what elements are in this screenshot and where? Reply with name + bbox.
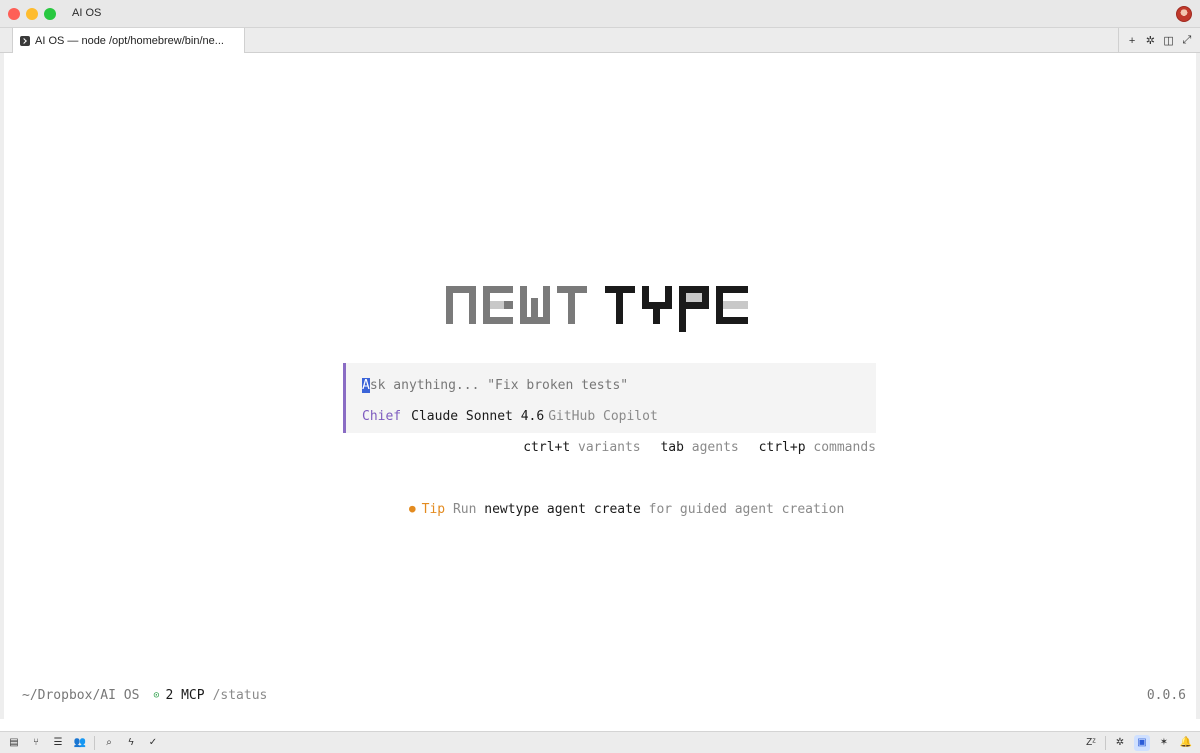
tip-message: ● Tip Run newtype agent create for guided… [409,502,844,517]
tab-bar: AI OS — node /opt/homebrew/bin/ne... + ✲… [0,28,1200,53]
sleep-icon[interactable]: Zᶻ [1083,735,1099,751]
sparkle-icon[interactable]: ✶ [1156,735,1172,751]
avatar[interactable] [1176,6,1192,22]
tip-suffix: for guided agent creation [648,502,845,517]
tip-dot-icon: ● [409,502,416,515]
version-label: 0.0.6 [1146,688,1186,703]
maximize-window-button[interactable] [44,8,56,20]
hint-desc-commands: commands [813,440,876,455]
prompt-placeholder[interactable]: Ask anything... "Fix broken tests" [362,378,628,393]
sparkle-icon[interactable]: ✲ [1143,34,1157,47]
toolbar-divider [1105,736,1106,750]
text-cursor: A [362,378,370,393]
tab-label: AI OS — node /opt/homebrew/bin/ne... [35,34,224,47]
people-icon[interactable]: 👥 [72,735,88,751]
provider-name: GitHub Copilot [548,409,658,424]
keyboard-hints: ctrl+t variants tab agents ctrl+p comman… [343,440,876,455]
model-name[interactable]: Claude Sonnet 4.6 [411,409,544,424]
hint-key-commands: ctrl+p [758,440,806,455]
cwd-path: ~/Dropbox/AI OS [22,688,140,703]
tip-prefix: Run [452,502,477,517]
git-branch-icon[interactable]: ⑂ [28,735,44,751]
hint-key-agents: tab [660,440,684,455]
terminal-icon [20,35,30,46]
new-tab-icon[interactable]: + [1125,35,1139,47]
tip-label: Tip [421,502,446,517]
bell-icon[interactable]: 🔔 [1178,735,1194,751]
tab-actions: + ✲ ◫ ⤢ [1118,28,1200,53]
bottom-toolbar-left: ▤ ⑂ ☰ 👥 ⌕ ϟ ✓ [6,735,161,751]
minimize-window-button[interactable] [26,8,38,20]
title-bar: AI OS [0,0,1200,28]
bolt-icon[interactable]: ϟ [123,735,139,751]
terminal-tab[interactable]: AI OS — node /opt/homebrew/bin/ne... [12,28,245,53]
bottom-toolbar-right: Zᶻ ✲ ▣ ✶ 🔔 [1083,735,1194,751]
status-command[interactable]: /status [213,688,268,703]
model-selector[interactable]: Chief Claude Sonnet 4.6 GitHub Copilot [362,409,658,424]
tip-command: newtype agent create [484,502,641,517]
hint-desc-variants: variants [578,440,641,455]
explorer-icon[interactable]: ▤ [6,735,22,751]
terminal-icon[interactable]: ▣ [1134,735,1150,751]
mcp-status-icon: ⊙ [153,690,160,701]
split-view-icon[interactable]: ◫ [1162,34,1176,47]
agent-name[interactable]: Chief [362,409,401,424]
bottom-toolbar: ▤ ⑂ ☰ 👥 ⌕ ϟ ✓ Zᶻ ✲ ▣ ✶ 🔔 [0,731,1200,753]
window-title: AI OS [72,7,102,19]
list-icon[interactable]: ☰ [50,735,66,751]
check-icon[interactable]: ✓ [145,735,161,751]
expand-icon[interactable]: ⤢ [1180,34,1194,47]
terminal-pane[interactable]: Ask anything... "Fix broken tests" Chief… [0,53,1200,719]
mcp-count: 2 MCP [165,688,205,703]
hint-desc-agents: agents [691,440,739,455]
placeholder-text: sk anything... "Fix broken tests" [369,378,629,393]
status-bar-left: ~/Dropbox/AI OS ⊙ 2 MCP/status [22,688,267,703]
close-window-button[interactable] [8,8,20,20]
toolbar-divider [94,736,95,750]
prompt-input[interactable]: Ask anything... "Fix broken tests" Chief… [343,363,876,433]
search-icon[interactable]: ⌕ [101,735,117,751]
newtype-logo [446,286,748,332]
bug-icon[interactable]: ✲ [1112,735,1128,751]
hint-key-variants: ctrl+t [523,440,571,455]
